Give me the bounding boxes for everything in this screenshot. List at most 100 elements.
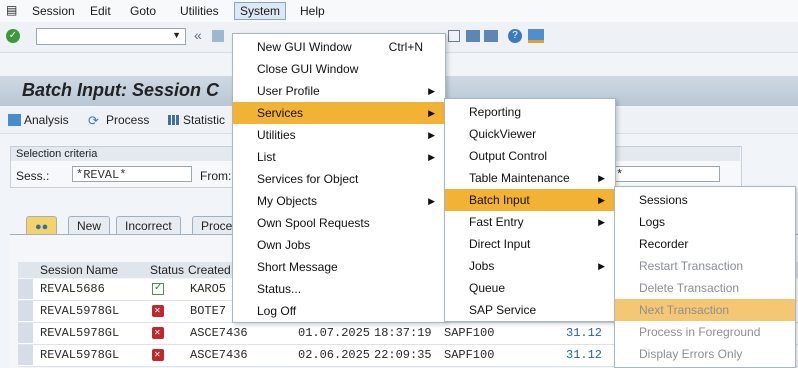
menu-recorder[interactable]: Recorder [615,233,795,255]
row-selector[interactable] [18,279,33,299]
window-menu-icon[interactable]: ▤ [6,3,17,17]
row-selector[interactable] [18,345,33,365]
menu-goto[interactable]: Goto [126,3,160,19]
nav-icon[interactable] [448,30,460,42]
col-session-name[interactable]: Session Name [40,262,118,278]
menu-queue[interactable]: Queue [445,277,615,299]
menu-display-errors-only: Display Errors Only [639,347,743,361]
submenu-arrow-icon: ▶ [598,261,605,271]
submenu-arrow-icon: ▶ [428,196,435,206]
menu-help[interactable]: Help [296,3,329,19]
menu-own-spool-requests[interactable]: Own Spool Requests [233,212,445,234]
created-by: ASCE7436 [190,326,248,340]
tab-incorrect[interactable]: Incorrect [116,216,181,235]
menu-user-profile[interactable]: User Profile ▶ [233,80,445,102]
page-title: Batch Input: Session C [22,80,220,100]
submenu-arrow-icon: ▶ [428,86,435,96]
menu-next-transaction: Next Transaction [615,299,795,321]
menu-utilities-sub[interactable]: Utilities ▶ [233,124,445,146]
menu-edit[interactable]: Edit [86,3,115,19]
analysis-button[interactable]: Analysis [24,113,69,127]
menu-short-message[interactable]: Short Message [233,256,445,278]
menu-logs[interactable]: Logs [615,211,795,233]
status-error-icon [152,305,164,317]
col-created[interactable]: Created [188,262,231,278]
menu-bar: ▤ Session Edit Goto Utilities System Hel… [0,0,798,23]
create-session-icon[interactable] [466,30,480,42]
menu-output-control[interactable]: Output Control [445,145,615,167]
created-by: ASCE7436 [190,348,248,362]
status-error-icon [152,327,164,339]
created-date: 02.06.2025 [298,348,371,362]
col-status[interactable]: Status [150,262,184,278]
user: SAPF100 [444,326,495,340]
menu-close-gui-window[interactable]: Close GUI Window [233,58,445,80]
submenu-arrow-icon: ▶ [428,108,435,118]
from-label: From: [200,169,232,183]
menu-direct-input[interactable]: Direct Input [445,233,615,255]
layout-icon[interactable] [528,29,544,43]
services-submenu: Reporting QuickViewer Output Control Tab… [444,98,616,322]
status-ok-icon [152,282,164,295]
menu-utilities[interactable]: Utilities [176,3,223,19]
session-name: REVAL5978GL [40,304,120,318]
menu-services[interactable]: Services ▶ [233,102,445,124]
statistics-button[interactable]: Statistic [183,113,225,127]
menu-fast-entry[interactable]: Fast Entry ▶ [445,211,615,233]
menu-sap-service[interactable]: SAP Service [445,299,615,321]
command-field[interactable]: ▼ [36,28,186,45]
menu-session[interactable]: Session [28,3,79,19]
shortcut-icon[interactable] [484,30,498,42]
menu-quickviewer[interactable]: QuickViewer [445,123,615,145]
menu-system[interactable]: System [234,2,287,20]
save-icon[interactable] [212,30,224,42]
tab-all[interactable]: ●● [26,216,58,235]
submenu-arrow-icon: ▶ [598,173,605,183]
lock-date: 31.12 [566,348,603,362]
tab-new[interactable]: New [68,216,111,235]
menu-status[interactable]: Status... [233,278,445,300]
created-time: 22:09:35 [374,348,432,362]
menu-my-objects[interactable]: My Objects ▶ [233,190,445,212]
session-name: REVAL5686 [40,282,105,296]
lock-date: 31.12 [566,326,603,340]
menu-table-maintenance[interactable]: Table Maintenance ▶ [445,167,615,189]
submenu-arrow-icon: ▶ [428,130,435,140]
statistics-icon [168,115,180,125]
back-icon[interactable]: « [194,27,202,43]
help-icon[interactable]: ? [508,29,522,43]
created-by: KARO5 [190,282,227,296]
row-selector[interactable] [18,301,33,321]
created-date: 01.07.2025 [298,326,371,340]
created-by: BOTE7 [190,304,227,318]
menu-list[interactable]: List ▶ [233,146,445,168]
row-selector[interactable] [18,323,33,343]
menu-sessions[interactable]: Sessions [615,189,795,211]
enter-check-icon[interactable]: ✓ [6,29,20,43]
menu-services-for-object[interactable]: Services for Object [233,168,445,190]
session-name-input[interactable]: *REVAL* [72,166,192,182]
selection-header: Selection criteria [16,148,98,160]
menu-delete-transaction: Delete Transaction [639,281,740,295]
status-error-icon [152,349,164,361]
session-label: Sess.: [16,169,50,183]
submenu-arrow-icon: ▶ [598,195,605,205]
group-icon: ●● [35,221,49,233]
menu-jobs[interactable]: Jobs ▶ [445,255,615,277]
menu-own-jobs[interactable]: Own Jobs [233,234,445,256]
menu-new-gui-window[interactable]: New GUI Window Ctrl+N [233,36,445,58]
chevron-down-icon[interactable]: ▼ [172,30,181,40]
menu-batch-input[interactable]: Batch Input ▶ [445,189,615,211]
to-date-input[interactable]: * [612,166,720,182]
created-time: 18:37:19 [374,326,432,340]
process-button[interactable]: Process [106,113,149,127]
system-menu: New GUI Window Ctrl+N Close GUI Window Us… [232,33,446,323]
process-icon: ⟳ [88,113,99,128]
analysis-icon [8,114,21,126]
submenu-arrow-icon: ▶ [598,217,605,227]
submenu-arrow-icon: ▶ [428,152,435,162]
menu-log-off[interactable]: Log Off [233,300,445,322]
menu-process-in-foreground: Process in Foreground [639,325,761,339]
menu-reporting[interactable]: Reporting [445,101,615,123]
menu-restart-transaction: Restart Transaction [639,259,744,273]
